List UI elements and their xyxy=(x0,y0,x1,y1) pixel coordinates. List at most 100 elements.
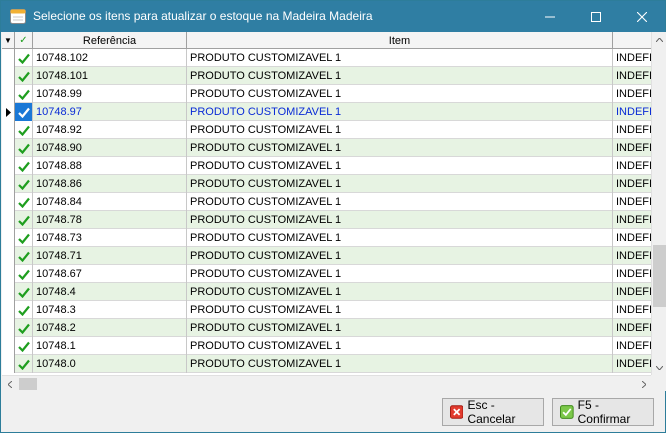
cell-extra[interactable]: INDEFI xyxy=(613,211,651,229)
minimize-button[interactable] xyxy=(527,1,573,32)
row-indicator[interactable] xyxy=(2,337,15,355)
row-checkbox[interactable] xyxy=(15,229,33,247)
row-checkbox[interactable] xyxy=(15,49,33,67)
cell-extra[interactable]: INDEFI xyxy=(613,139,651,157)
cell-extra[interactable]: INDEFI xyxy=(613,337,651,355)
table-row[interactable]: 10748.92 PRODUTO CUSTOMIZAVEL 1 INDEFI xyxy=(2,121,651,139)
row-indicator[interactable] xyxy=(2,301,15,319)
cell-item[interactable]: PRODUTO CUSTOMIZAVEL 1 xyxy=(187,193,613,211)
row-indicator[interactable] xyxy=(2,139,15,157)
cell-item[interactable]: PRODUTO CUSTOMIZAVEL 1 xyxy=(187,283,613,301)
row-checkbox[interactable] xyxy=(15,319,33,337)
cell-referencia[interactable]: 10748.1 xyxy=(33,337,187,355)
row-checkbox[interactable] xyxy=(15,211,33,229)
row-checkbox[interactable] xyxy=(15,301,33,319)
confirm-button[interactable]: F5 - Confirmar xyxy=(552,398,654,426)
cell-extra[interactable]: INDEFI xyxy=(613,103,651,121)
scroll-up-button[interactable] xyxy=(652,32,666,47)
header-indicator[interactable]: ▼ xyxy=(2,32,15,49)
row-checkbox[interactable] xyxy=(15,337,33,355)
cell-referencia[interactable]: 10748.84 xyxy=(33,193,187,211)
row-checkbox[interactable] xyxy=(15,85,33,103)
cell-item[interactable]: PRODUTO CUSTOMIZAVEL 1 xyxy=(187,229,613,247)
table-row[interactable]: 10748.101 PRODUTO CUSTOMIZAVEL 1 INDEFI xyxy=(2,67,651,85)
row-indicator[interactable] xyxy=(2,85,15,103)
cell-extra[interactable]: INDEFI xyxy=(613,193,651,211)
cell-referencia[interactable]: 10748.88 xyxy=(33,157,187,175)
row-checkbox[interactable] xyxy=(15,175,33,193)
cell-referencia[interactable]: 10748.73 xyxy=(33,229,187,247)
cell-referencia[interactable]: 10748.101 xyxy=(33,67,187,85)
cell-referencia[interactable]: 10748.67 xyxy=(33,265,187,283)
row-indicator[interactable] xyxy=(2,247,15,265)
table-row[interactable]: 10748.102 PRODUTO CUSTOMIZAVEL 1 INDEFI xyxy=(2,49,651,67)
cell-extra[interactable]: INDEFI xyxy=(613,247,651,265)
cell-item[interactable]: PRODUTO CUSTOMIZAVEL 1 xyxy=(187,355,613,373)
cell-extra[interactable]: INDEFI xyxy=(613,319,651,337)
cell-extra[interactable]: INDEFI xyxy=(613,355,651,373)
cell-referencia[interactable]: 10748.86 xyxy=(33,175,187,193)
vertical-scrollbar[interactable] xyxy=(651,32,666,375)
table-row[interactable]: 10748.2 PRODUTO CUSTOMIZAVEL 1 INDEFI xyxy=(2,319,651,337)
maximize-button[interactable] xyxy=(573,1,619,32)
cell-item[interactable]: PRODUTO CUSTOMIZAVEL 1 xyxy=(187,67,613,85)
items-grid[interactable]: ▼ ✓ Referência Item 10748.102 PRODUTO CUS… xyxy=(2,32,666,391)
table-row[interactable]: 10748.3 PRODUTO CUSTOMIZAVEL 1 INDEFI xyxy=(2,301,651,319)
row-indicator[interactable] xyxy=(2,157,15,175)
row-indicator[interactable] xyxy=(2,265,15,283)
row-indicator[interactable] xyxy=(2,211,15,229)
cell-extra[interactable]: INDEFI xyxy=(613,175,651,193)
table-row[interactable]: 10748.71 PRODUTO CUSTOMIZAVEL 1 INDEFI xyxy=(2,247,651,265)
cell-item[interactable]: PRODUTO CUSTOMIZAVEL 1 xyxy=(187,49,613,67)
column-header-item[interactable]: Item xyxy=(187,32,613,49)
scroll-down-button[interactable] xyxy=(652,360,666,375)
row-indicator[interactable] xyxy=(2,283,15,301)
cell-referencia[interactable]: 10748.0 xyxy=(33,355,187,373)
table-row[interactable]: 10748.0 PRODUTO CUSTOMIZAVEL 1 INDEFI xyxy=(2,355,651,373)
cell-item[interactable]: PRODUTO CUSTOMIZAVEL 1 xyxy=(187,301,613,319)
cell-extra[interactable]: INDEFI xyxy=(613,157,651,175)
row-indicator[interactable] xyxy=(2,193,15,211)
cell-item[interactable]: PRODUTO CUSTOMIZAVEL 1 xyxy=(187,121,613,139)
row-checkbox[interactable] xyxy=(15,103,33,121)
row-indicator[interactable] xyxy=(2,229,15,247)
row-indicator[interactable] xyxy=(2,67,15,85)
table-row[interactable]: 10748.1 PRODUTO CUSTOMIZAVEL 1 INDEFI xyxy=(2,337,651,355)
horizontal-scroll-thumb[interactable] xyxy=(19,378,37,390)
table-row[interactable]: 10748.97 PRODUTO CUSTOMIZAVEL 1 INDEFI xyxy=(2,103,651,121)
horizontal-scrollbar[interactable] xyxy=(2,375,651,391)
cell-extra[interactable]: INDEFI xyxy=(613,283,651,301)
scroll-right-button[interactable] xyxy=(636,376,651,391)
table-row[interactable]: 10748.84 PRODUTO CUSTOMIZAVEL 1 INDEFI xyxy=(2,193,651,211)
cell-extra[interactable]: INDEFI xyxy=(613,229,651,247)
cell-extra[interactable]: INDEFI xyxy=(613,265,651,283)
cell-extra[interactable]: INDEFI xyxy=(613,49,651,67)
cell-item[interactable]: PRODUTO CUSTOMIZAVEL 1 xyxy=(187,211,613,229)
cell-item[interactable]: PRODUTO CUSTOMIZAVEL 1 xyxy=(187,337,613,355)
vertical-scroll-thumb[interactable] xyxy=(653,245,666,307)
row-indicator[interactable] xyxy=(2,355,15,373)
cell-item[interactable]: PRODUTO CUSTOMIZAVEL 1 xyxy=(187,247,613,265)
row-indicator[interactable] xyxy=(2,49,15,67)
row-checkbox[interactable] xyxy=(15,283,33,301)
cell-referencia[interactable]: 10748.2 xyxy=(33,319,187,337)
cell-extra[interactable]: INDEFI xyxy=(613,121,651,139)
cell-extra[interactable]: INDEFI xyxy=(613,301,651,319)
row-checkbox[interactable] xyxy=(15,121,33,139)
cell-referencia[interactable]: 10748.78 xyxy=(33,211,187,229)
row-checkbox[interactable] xyxy=(15,265,33,283)
table-row[interactable]: 10748.99 PRODUTO CUSTOMIZAVEL 1 INDEFI xyxy=(2,85,651,103)
table-row[interactable]: 10748.73 PRODUTO CUSTOMIZAVEL 1 INDEFI xyxy=(2,229,651,247)
table-row[interactable]: 10748.78 PRODUTO CUSTOMIZAVEL 1 INDEFI xyxy=(2,211,651,229)
row-indicator[interactable] xyxy=(2,121,15,139)
row-checkbox[interactable] xyxy=(15,193,33,211)
table-row[interactable]: 10748.86 PRODUTO CUSTOMIZAVEL 1 INDEFI xyxy=(2,175,651,193)
cell-referencia[interactable]: 10748.102 xyxy=(33,49,187,67)
cell-extra[interactable]: INDEFI xyxy=(613,67,651,85)
table-row[interactable]: 10748.88 PRODUTO CUSTOMIZAVEL 1 INDEFI xyxy=(2,157,651,175)
title-bar[interactable]: Selecione os itens para atualizar o esto… xyxy=(1,1,665,32)
header-select-all[interactable]: ✓ xyxy=(15,32,33,49)
cell-item[interactable]: PRODUTO CUSTOMIZAVEL 1 xyxy=(187,157,613,175)
column-header-referencia[interactable]: Referência xyxy=(33,32,187,49)
cell-item[interactable]: PRODUTO CUSTOMIZAVEL 1 xyxy=(187,139,613,157)
